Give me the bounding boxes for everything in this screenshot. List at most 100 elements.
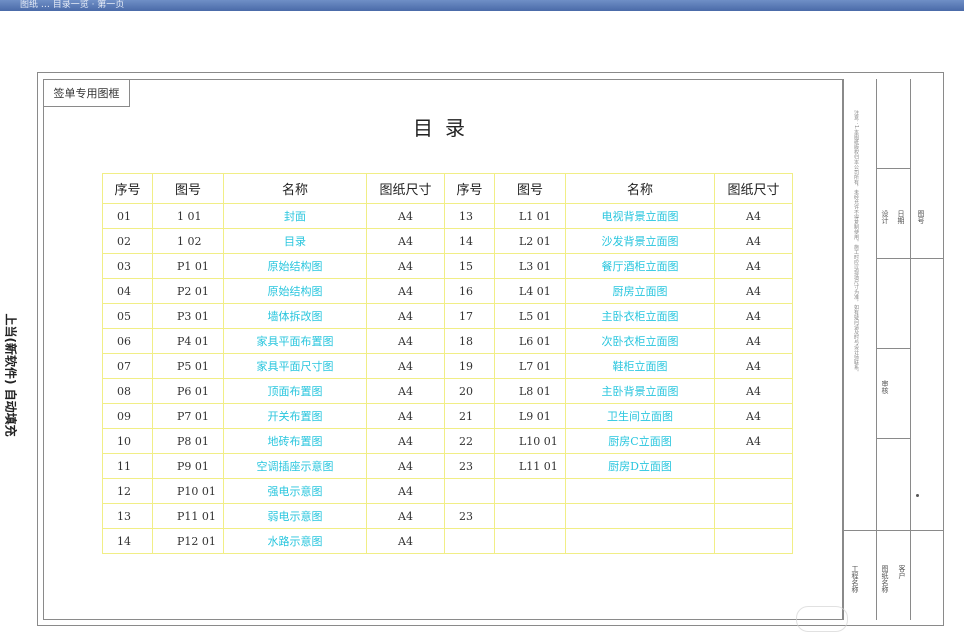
- header-seq: 序号: [102, 173, 153, 204]
- cell-name: 水路示意图: [223, 528, 367, 554]
- page-title: 目录: [413, 116, 477, 140]
- window-title-bar: 图纸 … 目录一览 · 第一页: [0, 0, 964, 11]
- cell-size: A4: [366, 478, 445, 504]
- cell-seq: 06: [102, 328, 153, 354]
- cell-size: A4: [366, 353, 445, 379]
- cell-seq: 14: [102, 528, 153, 554]
- cell-seq: 12: [102, 478, 153, 504]
- cell-drawing-no-2: [494, 528, 566, 554]
- title-block-rule: [843, 530, 944, 531]
- table-header-row: 序号 图号 名称 图纸尺寸 序号 图号 名称 图纸尺寸: [102, 173, 793, 204]
- title-block-label: 设计: [881, 210, 889, 224]
- title-block-label: 工程名称: [851, 565, 859, 593]
- table-row: 09 P7 01 开关布置图 A4 21 L9 01 卫生间立面图 A4: [102, 403, 793, 429]
- cell-drawing-no-2: L6 01: [494, 328, 566, 354]
- watermark-logo: [796, 606, 848, 632]
- cell-seq-2: 13: [444, 203, 495, 229]
- cell-seq-2: 21: [444, 403, 495, 429]
- cell-name: 家具平面尺寸图: [223, 353, 367, 379]
- cell-drawing-no-2: L10 01: [494, 428, 566, 454]
- header-name: 名称: [223, 173, 367, 204]
- cell-name: 强电示意图: [223, 478, 367, 504]
- cell-seq-2: 18: [444, 328, 495, 354]
- table-row: 02 1 02 目录 A4 14 L2 01 沙发背景立面图 A4: [102, 228, 793, 254]
- cell-seq: 03: [102, 253, 153, 279]
- cell-name: 目录: [223, 228, 367, 254]
- title-block-mark: [916, 494, 919, 497]
- cell-seq-2: 14: [444, 228, 495, 254]
- cell-drawing-no: P6 01: [152, 378, 224, 404]
- cell-name-2: 厨房立面图: [565, 278, 715, 304]
- table-row: 11 P9 01 空调插座示意图 A4 23 L11 01 厨房D立面图: [102, 453, 793, 479]
- cell-size-2: A4: [714, 403, 793, 429]
- side-panel-label: 上当(新软件) 自动填充: [3, 313, 18, 437]
- title-block-label: 审核: [881, 380, 889, 394]
- cell-size: A4: [366, 203, 445, 229]
- cell-seq-2: 16: [444, 278, 495, 304]
- cell-drawing-no-2: L4 01: [494, 278, 566, 304]
- cell-name: 墙体拆改图: [223, 303, 367, 329]
- cell-size: A4: [366, 303, 445, 329]
- table-row: 10 P8 01 地砖布置图 A4 22 L10 01 厨房C立面图 A4: [102, 428, 793, 454]
- cell-size-2: A4: [714, 303, 793, 329]
- table-row: 08 P6 01 顶面布置图 A4 20 L8 01 主卧背景立面图 A4: [102, 378, 793, 404]
- cell-name: 地砖布置图: [223, 428, 367, 454]
- cell-name: 顶面布置图: [223, 378, 367, 404]
- table-row: 05 P3 01 墙体拆改图 A4 17 L5 01 主卧衣柜立面图 A4: [102, 303, 793, 329]
- table-row: 06 P4 01 家具平面布置图 A4 18 L6 01 次卧衣柜立面图 A4: [102, 328, 793, 354]
- cell-drawing-no: P9 01: [152, 453, 224, 479]
- title-block-rule: [876, 258, 944, 259]
- cell-seq-2: 20: [444, 378, 495, 404]
- cell-drawing-no: P12 01: [152, 528, 224, 554]
- cell-drawing-no-2: L8 01: [494, 378, 566, 404]
- cell-drawing-no: P8 01: [152, 428, 224, 454]
- cell-drawing-no: P3 01: [152, 303, 224, 329]
- cell-size-2: A4: [714, 253, 793, 279]
- cell-drawing-no-2: L1 01: [494, 203, 566, 229]
- cell-seq: 10: [102, 428, 153, 454]
- cell-name-2: [565, 478, 715, 504]
- title-block-rule: [876, 438, 911, 439]
- cell-name-2: 主卧背景立面图: [565, 378, 715, 404]
- cell-seq-2: 22: [444, 428, 495, 454]
- cell-seq-2: 15: [444, 253, 495, 279]
- title-block-label: 图纸名称: [881, 565, 889, 593]
- header-drawing-no: 图号: [152, 173, 224, 204]
- cell-seq-2: 23: [444, 453, 495, 479]
- cell-drawing-no: P5 01: [152, 353, 224, 379]
- cell-seq: 13: [102, 503, 153, 529]
- table-row: 03 P1 01 原始结构图 A4 15 L3 01 餐厅酒柜立面图 A4: [102, 253, 793, 279]
- cell-name-2: 厨房D立面图: [565, 453, 715, 479]
- cell-name-2: 厨房C立面图: [565, 428, 715, 454]
- cell-name: 原始结构图: [223, 278, 367, 304]
- cell-size-2: A4: [714, 328, 793, 354]
- cell-name: 家具平面布置图: [223, 328, 367, 354]
- cell-size: A4: [366, 253, 445, 279]
- cell-size: A4: [366, 403, 445, 429]
- cell-seq: 02: [102, 228, 153, 254]
- cell-size-2: A4: [714, 228, 793, 254]
- cell-seq-2: [444, 478, 495, 504]
- cell-drawing-no-2: L7 01: [494, 353, 566, 379]
- cell-drawing-no-2: L11 01: [494, 453, 566, 479]
- cell-seq: 11: [102, 453, 153, 479]
- table-row: 14 P12 01 水路示意图 A4: [102, 528, 793, 554]
- cell-name: 空调插座示意图: [223, 453, 367, 479]
- cell-drawing-no-2: [494, 478, 566, 504]
- cell-size-2: A4: [714, 278, 793, 304]
- cell-size: A4: [366, 228, 445, 254]
- cell-size: A4: [366, 428, 445, 454]
- header-size: 图纸尺寸: [366, 173, 445, 204]
- cell-seq-2: 17: [444, 303, 495, 329]
- table-row: 13 P11 01 弱电示意图 A4 23: [102, 503, 793, 529]
- cell-drawing-no: P11 01: [152, 503, 224, 529]
- cell-name: 封面: [223, 203, 367, 229]
- table-row: 04 P2 01 原始结构图 A4 16 L4 01 厨房立面图 A4: [102, 278, 793, 304]
- cell-seq: 04: [102, 278, 153, 304]
- cell-drawing-no: P7 01: [152, 403, 224, 429]
- title-block-label: 日期: [897, 210, 905, 224]
- title-block-rule: [876, 168, 911, 169]
- cell-drawing-no-2: L3 01: [494, 253, 566, 279]
- cell-drawing-no-2: L2 01: [494, 228, 566, 254]
- cell-name-2: 次卧衣柜立面图: [565, 328, 715, 354]
